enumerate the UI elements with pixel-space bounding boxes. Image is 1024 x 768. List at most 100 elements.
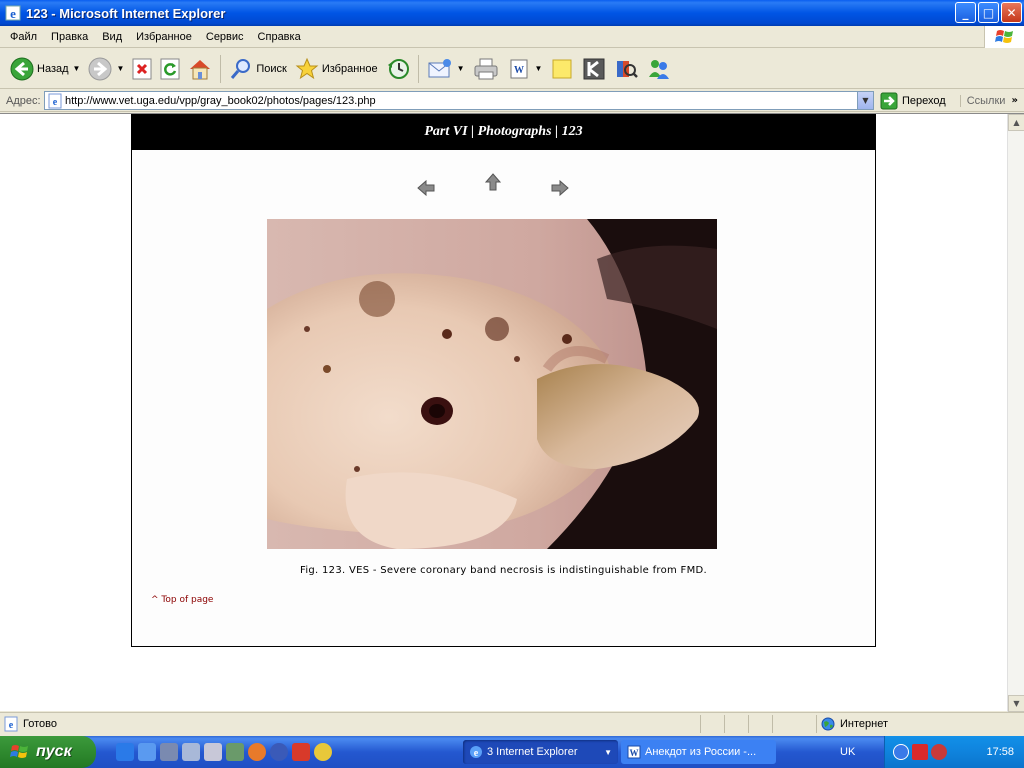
task-group-dropdown-icon[interactable]: ▼ [604,748,612,757]
forward-arrow-icon [88,57,112,80]
address-dropdown-icon[interactable]: ▼ [857,92,873,109]
ie-icon: e [5,5,21,21]
search-icon [231,58,251,79]
ie-task-icon: e [470,746,482,759]
next-arrow-icon[interactable] [550,178,570,198]
maximize-button[interactable]: □ [978,2,999,23]
svg-text:e: e [474,748,479,759]
zone-label: Интернет [840,718,888,730]
app-quicklaunch-icon[interactable] [182,743,200,761]
ie-quicklaunch-icon[interactable] [116,743,134,761]
back-button[interactable]: Назад ▼ [6,52,84,86]
browser-viewport: Part VI | Photographs | 123 Fig. 123. VE… [0,113,1024,712]
address-label: Адрес: [6,94,41,107]
edit-dropdown-icon[interactable]: ▼ [535,64,543,73]
start-label: пуск [36,743,72,760]
scroll-up-icon[interactable]: ▲ [1008,114,1024,131]
taskbar-item-internet-explorer[interactable]: e 3 Internet Explorer ▼ [463,740,618,764]
system-tray: UK 17:58 [840,736,1024,768]
clock: 17:58 [986,746,1014,758]
forward-dropdown-icon[interactable]: ▼ [116,64,124,73]
history-icon [387,58,409,79]
forward-button[interactable]: ▼ [84,52,128,86]
photo-caption: Fig. 123. VES - Severe coronary band nec… [300,565,707,576]
close-button[interactable]: ✕ [1001,2,1022,23]
shield-tray-icon[interactable] [931,744,947,760]
favorites-button[interactable]: Избранное [291,52,382,86]
minimize-button[interactable]: _ [955,2,976,23]
research-button[interactable] [610,52,642,86]
menu-favorites[interactable]: Избранное [129,31,199,43]
status-panel [700,715,724,733]
messenger-icon [649,59,670,79]
address-field[interactable]: e ▼ [44,91,874,110]
word-task-icon: W [627,745,641,759]
links-button[interactable]: Ссылки [959,94,1005,107]
sticky-note-icon [552,59,572,78]
status-bar: e Готово Интернет [0,712,1024,734]
app-quicklaunch-icon[interactable] [226,743,244,761]
top-of-page-link[interactable]: ^ Top of page [151,595,213,605]
messenger-button[interactable] [642,52,676,86]
toolbar-separator [417,54,419,83]
stop-button[interactable] [128,52,156,86]
task-label: Анекдот из России -... [645,746,757,758]
status-panel [772,715,796,733]
printer-icon [474,58,498,79]
refresh-button[interactable] [156,52,184,86]
firefox-quicklaunch-icon[interactable] [248,743,266,761]
quick-launch [116,743,332,761]
window-title: 123 - Microsoft Internet Explorer [26,5,226,21]
menu-tools[interactable]: Сервис [199,31,251,43]
history-button[interactable] [382,52,414,86]
svg-text:W: W [630,748,639,758]
desktop-quicklaunch-icon[interactable] [160,743,178,761]
go-label: Переход [902,94,946,107]
research-icon [617,60,639,78]
status-panels [700,715,796,733]
home-button[interactable] [184,52,216,86]
status-panel [724,715,748,733]
scroll-down-icon[interactable]: ▼ [1008,695,1024,712]
back-label: Назад [37,62,69,75]
up-arrow-icon[interactable] [483,172,503,192]
address-input[interactable] [63,94,843,107]
network-tray-icon[interactable] [893,744,909,760]
security-zone: Интернет [816,715,1006,733]
start-button[interactable]: пуск [0,736,96,768]
language-indicator[interactable]: UK [840,746,855,758]
mail-icon [428,58,451,77]
antivirus-tray-icon[interactable] [912,744,928,760]
page-icon: e [48,93,62,108]
print-button[interactable] [469,52,503,86]
back-dropdown-icon[interactable]: ▼ [73,64,81,73]
k-button[interactable] [578,52,610,86]
app-quicklaunch-icon[interactable] [204,743,222,761]
mail-button[interactable]: ▼ [423,52,469,86]
pig-foot-lesion-photo [267,219,717,549]
explorer-quicklaunch-icon[interactable] [138,743,156,761]
globe-quicklaunch-icon[interactable] [270,743,288,761]
photo-navigation [132,173,875,198]
home-icon [190,59,211,79]
menu-file[interactable]: Файл [0,31,44,43]
acrobat-quicklaunch-icon[interactable] [292,743,310,761]
status-text: Готово [23,717,57,730]
search-button[interactable]: Поиск [225,52,290,86]
refresh-icon [160,58,180,79]
menu-help[interactable]: Справка [251,31,308,43]
windows-flag-icon [10,745,28,758]
k-icon [583,58,605,79]
go-button[interactable]: Переход [880,92,946,110]
notes-button[interactable] [546,52,578,86]
menu-view[interactable]: Вид [95,31,129,43]
menu-edit[interactable]: Правка [44,31,95,43]
edit-button[interactable]: W ▼ [503,52,547,86]
links-more-icon[interactable]: » [1011,95,1017,106]
previous-arrow-icon[interactable] [416,178,436,198]
mail-dropdown-icon[interactable]: ▼ [457,64,465,73]
taskbar-item-word[interactable]: W Анекдот из России -... [621,740,776,764]
page-done-icon: e [4,716,18,731]
vertical-scrollbar[interactable]: ▲ ▼ [1007,114,1024,712]
media-quicklaunch-icon[interactable] [314,743,332,761]
